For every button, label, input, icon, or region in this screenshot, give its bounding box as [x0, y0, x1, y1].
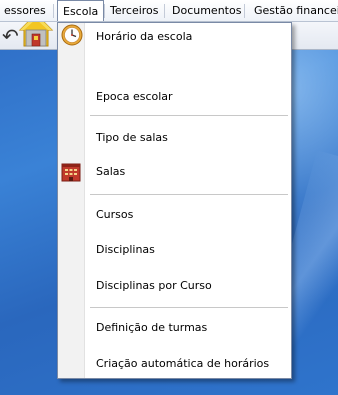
menu-item-label: Epoca escolar	[96, 90, 173, 103]
menu-professores[interactable]: essores	[4, 0, 46, 21]
menu-terceiros[interactable]: Terceiros	[110, 0, 159, 21]
menu-item-label: Criação automática de horários	[96, 357, 270, 370]
menu-separator	[90, 115, 288, 116]
back-arrow-icon[interactable]: ↶	[2, 25, 19, 47]
menu-separator	[164, 4, 165, 18]
menu-escola[interactable]: Escola	[57, 0, 105, 21]
menu-item-epoca-escolar[interactable]: Epoca escolar	[58, 86, 291, 110]
building-icon	[61, 163, 81, 182]
menu-item-definicao-de-turmas[interactable]: Definição de turmas	[58, 317, 291, 341]
menu-bar: essores Escola Terceiros Documentos Gest…	[0, 0, 338, 22]
menu-item-label: Disciplinas	[96, 243, 155, 256]
menu-separator	[53, 4, 54, 18]
menu-item-label: Horário da escola	[96, 30, 193, 43]
menu-item-disciplinas[interactable]: Disciplinas	[58, 239, 291, 263]
menu-gestao-financeira[interactable]: Gestão financeira	[254, 0, 338, 21]
menu-item-label: Definição de turmas	[96, 321, 208, 334]
menu-item-salas[interactable]: Salas	[58, 161, 291, 185]
menu-item-disciplinas-por-curso[interactable]: Disciplinas por Curso	[58, 275, 291, 299]
menu-documentos[interactable]: Documentos	[172, 0, 241, 21]
menu-item-label: Disciplinas por Curso	[96, 279, 212, 292]
menu-item-horario-da-escola[interactable]: Horário da escola	[58, 24, 291, 70]
escola-dropdown-menu: Horário da escola Epoca escolar Tipo de …	[57, 22, 292, 379]
menu-item-criacao-automatica-de-horarios[interactable]: Criação automática de horários	[58, 353, 291, 377]
menu-separator	[90, 194, 288, 195]
clock-icon	[61, 24, 83, 46]
menu-item-label: Cursos	[96, 208, 134, 221]
menu-item-label: Tipo de salas	[96, 131, 168, 144]
menu-separator	[244, 4, 245, 18]
menu-item-label: Salas	[96, 165, 126, 178]
menu-item-tipo-de-salas[interactable]: Tipo de salas	[58, 127, 291, 151]
menu-separator	[90, 307, 288, 308]
menu-item-cursos[interactable]: Cursos	[58, 204, 291, 228]
